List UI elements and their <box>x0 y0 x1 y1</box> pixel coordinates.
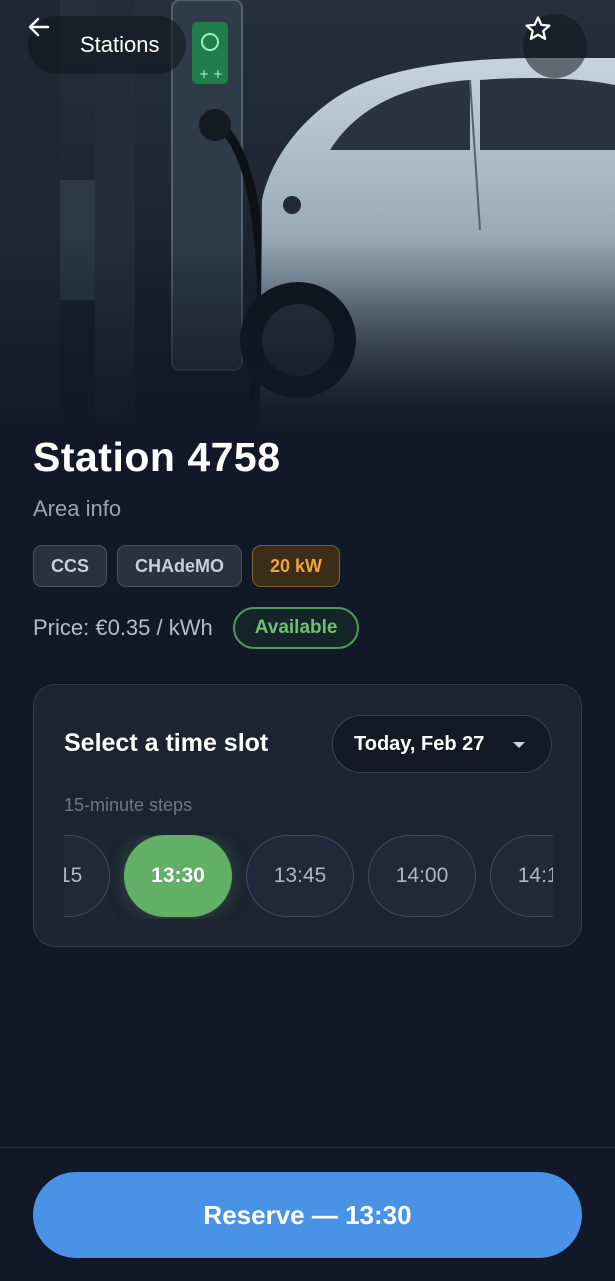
time-slot-title: Select a time slot <box>64 729 269 757</box>
time-slot[interactable]: 14:15 <box>490 835 553 917</box>
arrow-left-icon <box>28 17 70 56</box>
time-slot[interactable]: 14:00 <box>368 835 476 917</box>
time-slot-card: Select a time slot Today, Feb 27 15-minu… <box>33 684 582 947</box>
status-badge: Available <box>232 607 360 649</box>
connector-chip-chademo: CHAdeMO <box>117 545 243 587</box>
caret-down-icon <box>513 742 525 748</box>
time-slot-selected[interactable]: 13:30 <box>124 835 232 917</box>
hero-image: + + Stations <box>0 0 615 430</box>
back-button[interactable]: Stations <box>28 16 186 74</box>
bottom-action-bar: Reserve — 13:30 <box>0 1147 615 1281</box>
date-select[interactable]: Today, Feb 27 <box>332 715 552 773</box>
back-label: Stations <box>80 32 160 57</box>
area-info: Area info <box>33 496 122 521</box>
reserve-button[interactable]: Reserve — 13:30 <box>33 1172 582 1258</box>
connector-chip-ccs: CCS <box>33 545 108 587</box>
power-chip: 20 kW <box>252 545 341 587</box>
time-slot[interactable]: 13:15 <box>64 835 110 917</box>
station-title: Station 4758 <box>33 434 281 480</box>
price-row: Price: €0.35 / kWh Available <box>33 607 360 649</box>
connector-chips: CCS CHAdeMO 20 kW <box>33 545 341 587</box>
price-label: Price: €0.35 / kWh <box>33 615 213 640</box>
favorite-button[interactable] <box>523 14 587 78</box>
date-value: Today, Feb 27 <box>354 732 485 755</box>
step-hint: 15-minute steps <box>64 795 193 815</box>
star-outline-icon <box>525 16 551 40</box>
time-slot-scroller[interactable]: 13:15 13:30 13:45 14:00 14:15 <box>64 835 553 919</box>
time-slot[interactable]: 13:45 <box>246 835 354 917</box>
